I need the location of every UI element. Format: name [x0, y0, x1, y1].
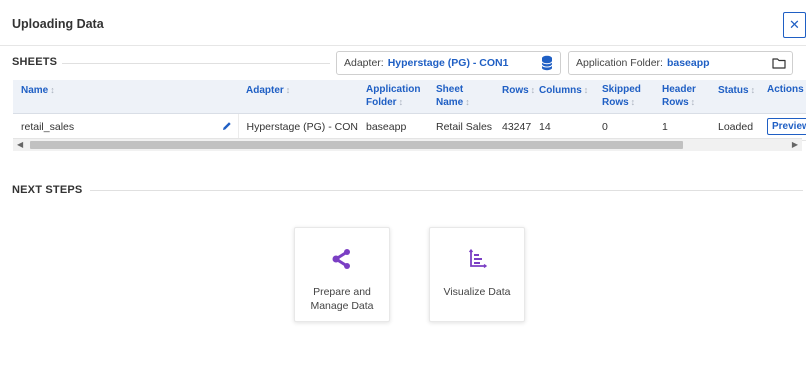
card-label: Visualize Data: [443, 286, 511, 298]
sort-icon[interactable]: ↕: [531, 85, 536, 95]
bar-chart-icon: [430, 248, 524, 270]
prepare-manage-data-card[interactable]: Prepare and Manage Data: [294, 227, 390, 322]
next-steps-divider: [90, 190, 803, 191]
sort-icon[interactable]: ↕: [584, 85, 589, 95]
scroll-left-icon[interactable]: ◀: [17, 140, 23, 149]
column-header-status[interactable]: Status ↕: [710, 80, 759, 114]
scrollbar-thumb[interactable]: [30, 141, 683, 149]
sheets-divider: [62, 63, 330, 64]
column-header-application-folder[interactable]: Application Folder ↕: [358, 80, 428, 114]
adapter-picker-label: Adapter:: [344, 57, 384, 69]
folder-icon[interactable]: [772, 56, 786, 73]
cell-adapter: Hyperstage (PG) - CON1: [237, 113, 358, 141]
horizontal-scrollbar[interactable]: ◀ ▶: [13, 138, 802, 151]
cell-status: Loaded: [710, 113, 759, 141]
share-nodes-icon: [295, 248, 389, 270]
sheets-section-title: SHEETS: [12, 56, 58, 68]
column-header-columns[interactable]: Columns ↕: [531, 80, 594, 114]
sort-icon[interactable]: ↕: [691, 97, 696, 107]
sort-icon[interactable]: ↕: [751, 85, 756, 95]
next-steps-section-title: NEXT STEPS: [12, 184, 83, 196]
dialog-title: Uploading Data: [12, 17, 104, 31]
cell-sheet-name: Retail Sales: [428, 113, 494, 141]
column-header-adapter[interactable]: Adapter ↕: [238, 80, 358, 114]
adapter-picker[interactable]: Adapter: Hyperstage (PG) - CON1: [336, 51, 561, 75]
column-header-rows[interactable]: Rows ↕: [494, 80, 535, 114]
scroll-right-icon[interactable]: ▶: [792, 140, 798, 149]
sort-icon[interactable]: ↕: [631, 97, 636, 107]
cell-columns: 14: [531, 113, 594, 141]
sort-icon[interactable]: ↕: [465, 97, 470, 107]
column-header-actions: Actions: [759, 80, 806, 114]
database-icon[interactable]: [541, 55, 553, 74]
table-row: retail_sales Hyperstage (PG) - CON1 base…: [13, 113, 806, 141]
application-folder-picker[interactable]: Application Folder: baseapp: [568, 51, 793, 75]
adapter-picker-value: Hyperstage (PG) - CON1: [387, 57, 509, 69]
card-label: Prepare and Manage Data: [310, 286, 374, 312]
dialog-header: Uploading Data ✕: [0, 0, 806, 46]
sort-icon[interactable]: ↕: [50, 85, 55, 95]
cell-skipped-rows: 0: [594, 113, 654, 141]
folder-picker-value: baseapp: [666, 57, 710, 69]
grid-header-row: Name ↕ Adapter ↕ Application Folder ↕ Sheet…: [13, 80, 806, 114]
column-header-skipped-rows[interactable]: Skipped Rows ↕: [594, 80, 654, 114]
folder-picker-label: Application Folder:: [576, 57, 663, 69]
cell-header-rows: 1: [654, 113, 710, 141]
sort-icon[interactable]: ↕: [399, 97, 404, 107]
preview-button[interactable]: Preview: [767, 118, 806, 135]
cell-rows: 43247: [494, 113, 531, 141]
cell-actions: Preview: [759, 113, 806, 141]
visualize-data-card[interactable]: Visualize Data: [429, 227, 525, 322]
column-header-header-rows[interactable]: Header Rows ↕: [654, 80, 710, 114]
sort-icon[interactable]: ↕: [286, 85, 291, 95]
column-header-name[interactable]: Name ↕: [13, 80, 238, 114]
edit-pencil-icon[interactable]: [222, 121, 232, 134]
cell-application-folder: baseapp: [358, 113, 428, 141]
close-button[interactable]: ✕: [783, 12, 806, 38]
sheet-name-link[interactable]: retail_sales: [13, 113, 238, 141]
column-header-sheet-name[interactable]: Sheet Name ↕: [428, 80, 494, 114]
